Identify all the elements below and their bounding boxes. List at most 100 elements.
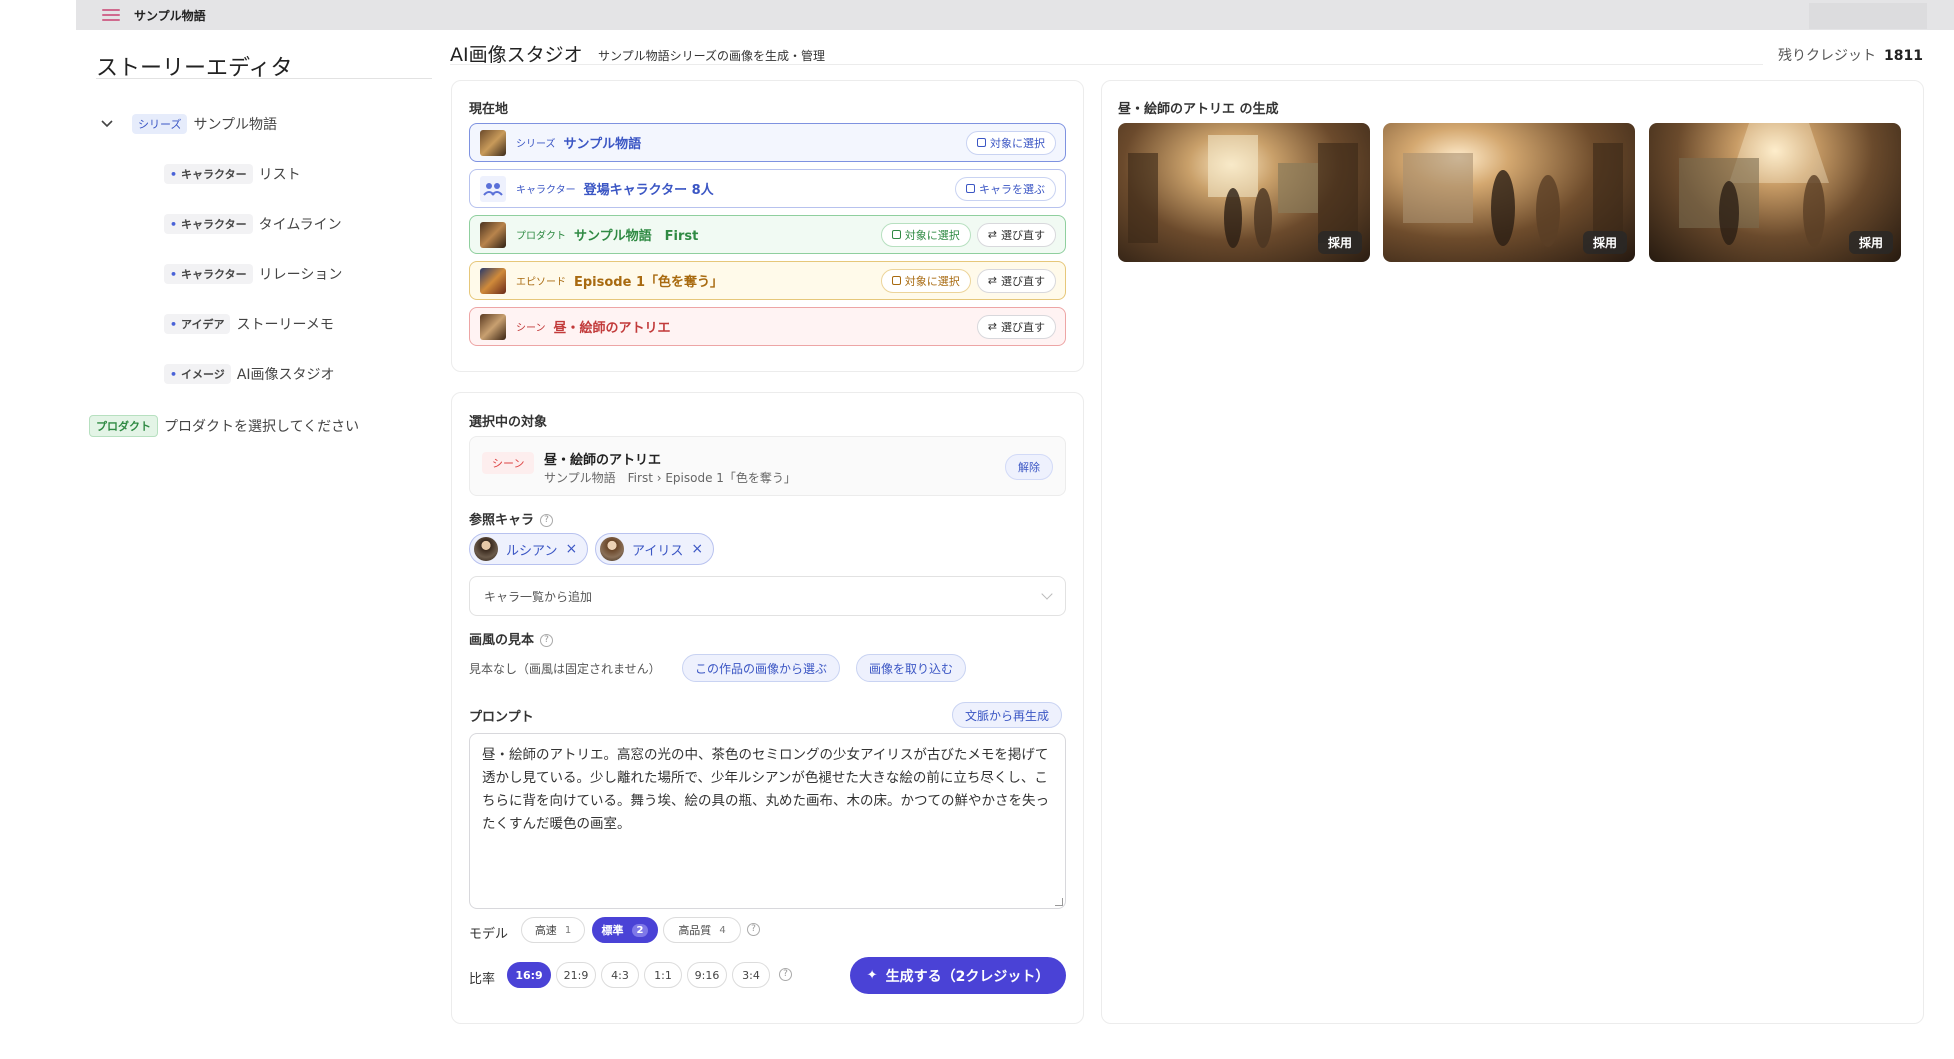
reselect-button[interactable]: ⇄ 選び直す — [976, 314, 1056, 339]
select-target-button[interactable]: 対象に選択 — [880, 222, 971, 247]
refs-label-text: 参照キャラ — [469, 513, 535, 528]
adopt-button[interactable]: 採用 — [1582, 231, 1627, 254]
select-placeholder: キャラ一覧から追加 — [484, 589, 593, 604]
episode-thumbnail — [480, 267, 506, 294]
generated-image[interactable]: 採用 — [1383, 123, 1635, 262]
option-name: 高速 — [534, 924, 557, 937]
regenerate-prompt-button[interactable]: 文脈から再生成 — [952, 702, 1063, 728]
style-none-text: 見本なし（画風は固定されません） — [469, 662, 661, 676]
import-image-button[interactable]: 画像を取り込む — [856, 654, 967, 682]
location-kind: エピソード — [516, 277, 566, 288]
style-label: 画風の見本? — [469, 629, 554, 648]
help-icon[interactable]: ? — [540, 514, 554, 527]
sidebar-item-label: タイムライン — [258, 217, 342, 233]
adopt-button[interactable]: 採用 — [1317, 231, 1362, 254]
model-option-high[interactable]: 高品質 4 — [663, 917, 741, 943]
reselect-button[interactable]: ⇄ 選び直す — [976, 222, 1056, 247]
sidebar-divider — [96, 78, 432, 79]
ratio-option-1-1[interactable]: 1:1 — [644, 962, 682, 988]
selected-target: シーン 昼・絵師のアトリエ サンプル物語 First › Episode 1「色… — [469, 436, 1066, 496]
sparkle-icon: ✦ — [866, 968, 878, 983]
ref-chip-iris[interactable]: アイリス × — [595, 533, 715, 565]
option-name: 高品質 — [678, 924, 712, 937]
page-subtitle: サンプル物語シリーズの画像を生成・管理 — [598, 49, 826, 63]
help-icon[interactable]: ? — [747, 923, 760, 936]
series-thumbnail — [480, 129, 506, 156]
sidebar-series-row[interactable]: シリーズ サンプル物語 — [100, 114, 277, 134]
adopt-button[interactable]: 採用 — [1848, 231, 1893, 254]
chip-label: アイリス — [632, 543, 684, 559]
close-icon[interactable]: × — [691, 541, 703, 557]
avatar — [600, 537, 624, 561]
ratio-option-16-9[interactable]: 16:9 — [507, 962, 551, 988]
model-label: モデル — [469, 927, 509, 942]
series-label: サンプル物語 — [193, 117, 278, 133]
sidebar-product-row[interactable]: プロダクト プロダクトを選択してください — [89, 415, 359, 437]
sidebar-item-label: ストーリーメモ — [236, 317, 334, 333]
sidebar-item-label: リレーション — [258, 267, 343, 283]
ratio-option-3-4[interactable]: 3:4 — [732, 962, 770, 988]
select-target-button[interactable]: 対象に選択 — [966, 130, 1056, 155]
location-row-episode[interactable]: エピソード Episode 1「色を奪う」 対象に選択 ⇄ 選び直す — [469, 261, 1066, 300]
model-option-standard[interactable]: 標準 2 — [592, 917, 658, 943]
select-target-button[interactable]: 対象に選択 — [880, 268, 971, 293]
location-row-characters[interactable]: キャラクター 登場キャラクター 8人 キャラを選ぶ — [469, 169, 1066, 208]
location-row-series[interactable]: シリーズ サンプル物語 対象に選択 — [469, 123, 1066, 162]
sidebar-item-ai-studio[interactable]: イメージ AI画像スタジオ — [164, 364, 335, 384]
scene-thumbnail — [480, 313, 506, 340]
option-name: 標準 — [601, 924, 624, 937]
menu-icon[interactable] — [102, 9, 120, 21]
generate-label: 生成する（2クレジット） — [885, 968, 1050, 985]
prompt-textarea[interactable]: 昼・絵師のアトリエ。高窓の光の中、茶色のセミロングの少女アイリスが古びたメモを掲… — [469, 733, 1066, 909]
button-label: 対象に選択 — [904, 274, 960, 288]
generate-button[interactable]: ✦ 生成する（2クレジット） — [850, 957, 1066, 994]
location-label: 現在地 — [469, 102, 509, 117]
selected-name: 昼・絵師のアトリエ — [544, 453, 662, 468]
location-row-product[interactable]: プロダクト サンプル物語 First 対象に選択 ⇄ 選び直す — [469, 215, 1066, 254]
ratio-option-4-3[interactable]: 4:3 — [601, 962, 639, 988]
chevron-down-icon[interactable] — [100, 117, 114, 131]
image-icon — [977, 138, 986, 147]
choose-character-button[interactable]: キャラを選ぶ — [955, 176, 1056, 201]
button-label: 選び直す — [1001, 274, 1045, 288]
location-name: 昼・絵師のアトリエ — [553, 321, 671, 336]
ref-chip-lucian[interactable]: ルシアン × — [469, 533, 589, 565]
refs-label: 参照キャラ? — [469, 509, 554, 528]
prompt-label: プロンプト — [469, 710, 534, 725]
page-title: AI画像スタジオ — [450, 44, 583, 66]
ratio-option-21-9[interactable]: 21:9 — [556, 962, 596, 988]
swap-icon: ⇄ — [987, 274, 997, 287]
reselect-button[interactable]: ⇄ 選び直す — [976, 268, 1056, 293]
model-option-fast[interactable]: 高速 1 — [521, 917, 585, 943]
character-add-select[interactable]: キャラ一覧から追加 — [469, 576, 1066, 616]
sidebar-item-tag: キャラクター — [164, 214, 253, 234]
generated-image[interactable]: 採用 — [1649, 123, 1901, 262]
option-cost: 1 — [564, 924, 572, 936]
results-title: 昼・絵師のアトリエ の生成 — [1118, 102, 1279, 117]
sidebar-item-label: AI画像スタジオ — [236, 367, 335, 383]
sidebar-item-story-memo[interactable]: アイデア ストーリーメモ — [164, 314, 334, 334]
swap-icon: ⇄ — [987, 228, 997, 241]
header-divider — [450, 64, 1763, 65]
credit-display: 残りクレジット 1811 — [1778, 45, 1923, 65]
help-icon[interactable]: ? — [540, 634, 554, 647]
generated-image[interactable]: 採用 — [1118, 123, 1370, 262]
location-name: Episode 1「色を奪う」 — [574, 275, 724, 290]
resize-handle[interactable] — [1055, 898, 1063, 906]
sidebar-item-tag: キャラクター — [164, 264, 253, 284]
option-cost: 2 — [631, 923, 649, 937]
location-kind: プロダクト — [516, 231, 566, 242]
sidebar-item-timeline[interactable]: キャラクター タイムライン — [164, 214, 342, 234]
pick-from-work-button[interactable]: この作品の画像から選ぶ — [682, 654, 841, 682]
chip-label: ルシアン — [506, 543, 558, 559]
sidebar-item-list[interactable]: キャラクター リスト — [164, 164, 301, 184]
ratio-option-9-16[interactable]: 9:16 — [687, 962, 727, 988]
location-row-scene[interactable]: シーン 昼・絵師のアトリエ ⇄ 選び直す — [469, 307, 1066, 346]
close-icon[interactable]: × — [565, 541, 577, 557]
credit-value: 1811 — [1884, 48, 1923, 64]
location-kind: シーン — [516, 323, 546, 334]
release-button[interactable]: 解除 — [1005, 454, 1053, 480]
help-icon[interactable]: ? — [779, 968, 792, 981]
app-title: サンプル物語 — [134, 8, 206, 23]
sidebar-item-relation[interactable]: キャラクター リレーション — [164, 264, 342, 284]
